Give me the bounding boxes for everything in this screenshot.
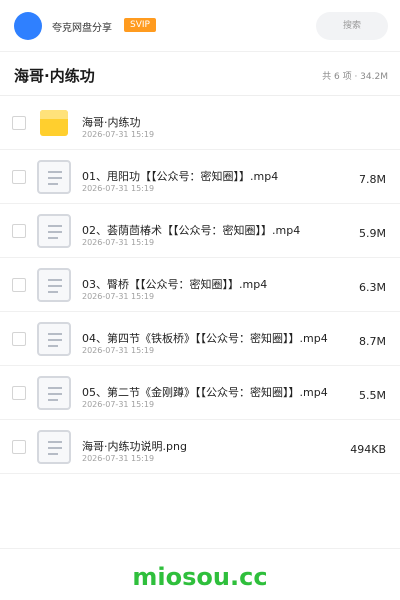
file-date: 2026-07-31 15:19 [82,400,155,409]
file-name[interactable]: 02、荟荫茴椿术【【公众号：密知圈】】.mp4 [82,222,300,238]
select-checkbox[interactable] [12,440,26,454]
list-item[interactable]: 海哥·内练功说明.png 2026-07-31 15:19 494KB [0,420,400,474]
file-size: 494KB [350,443,386,456]
document-icon [37,430,71,464]
file-name[interactable]: 01、甩阳功【【公众号：密知圈】】.mp4 [82,168,278,184]
file-date: 2026-07-31 15:19 [82,454,155,463]
list-item[interactable]: 05、第二节《金刚蹲》【【公众号：密知圈】】.mp4 2026-07-31 15… [0,366,400,420]
file-name[interactable]: 04、第四节《铁板桥》【【公众号：密知圈】】.mp4 [82,330,328,346]
owner-name: 夸克网盘分享 [52,23,112,34]
footer: miosou.cc [0,548,400,600]
file-size: 8.7M [359,335,386,348]
file-size: 6.3M [359,281,386,294]
file-date: 2026-07-31 15:19 [82,130,155,139]
select-checkbox[interactable] [12,116,26,130]
file-date: 2026-07-31 15:19 [82,346,155,355]
select-checkbox[interactable] [12,224,26,238]
select-checkbox[interactable] [12,386,26,400]
title-bar: 海哥·内练功 共 6 项 · 34.2M [0,52,400,96]
file-name[interactable]: 03、臀桥【【公众号：密知圈】】.mp4 [82,276,267,292]
folder-icon [37,106,71,140]
page-title: 海哥·内练功 [14,67,95,85]
document-icon [37,268,71,302]
file-list: 海哥·内练功 2026-07-31 15:19 01、甩阳功【【公众号：密知圈】… [0,96,400,474]
search-input[interactable]: 搜索 [316,12,388,40]
document-icon [37,214,71,248]
brand-watermark: miosou.cc [132,563,268,591]
document-icon [37,322,71,356]
list-item[interactable]: 04、第四节《铁板桥》【【公众号：密知圈】】.mp4 2026-07-31 15… [0,312,400,366]
avatar[interactable] [14,12,42,40]
svip-badge: SVIP [124,18,156,32]
select-checkbox[interactable] [12,278,26,292]
file-size: 5.5M [359,389,386,402]
file-name[interactable]: 05、第二节《金刚蹲》【【公众号：密知圈】】.mp4 [82,384,328,400]
file-date: 2026-07-31 15:19 [82,292,155,301]
file-date: 2026-07-31 15:19 [82,238,155,247]
select-checkbox[interactable] [12,170,26,184]
file-size: 5.9M [359,227,386,240]
list-item[interactable]: 海哥·内练功 2026-07-31 15:19 [0,96,400,150]
select-checkbox[interactable] [12,332,26,346]
document-icon [37,376,71,410]
file-date: 2026-07-31 15:19 [82,184,155,193]
list-item[interactable]: 03、臀桥【【公众号：密知圈】】.mp4 2026-07-31 15:19 6.… [0,258,400,312]
file-size: 7.8M [359,173,386,186]
file-name[interactable]: 海哥·内练功说明.png [82,438,187,454]
share-header: 夸克网盘分享 SVIP 搜索 [0,0,400,52]
document-icon [37,160,71,194]
file-summary: 共 6 项 · 34.2M [322,72,388,82]
file-name[interactable]: 海哥·内练功 [82,114,141,130]
list-item[interactable]: 02、荟荫茴椿术【【公众号：密知圈】】.mp4 2026-07-31 15:19… [0,204,400,258]
list-item[interactable]: 01、甩阳功【【公众号：密知圈】】.mp4 2026-07-31 15:19 7… [0,150,400,204]
